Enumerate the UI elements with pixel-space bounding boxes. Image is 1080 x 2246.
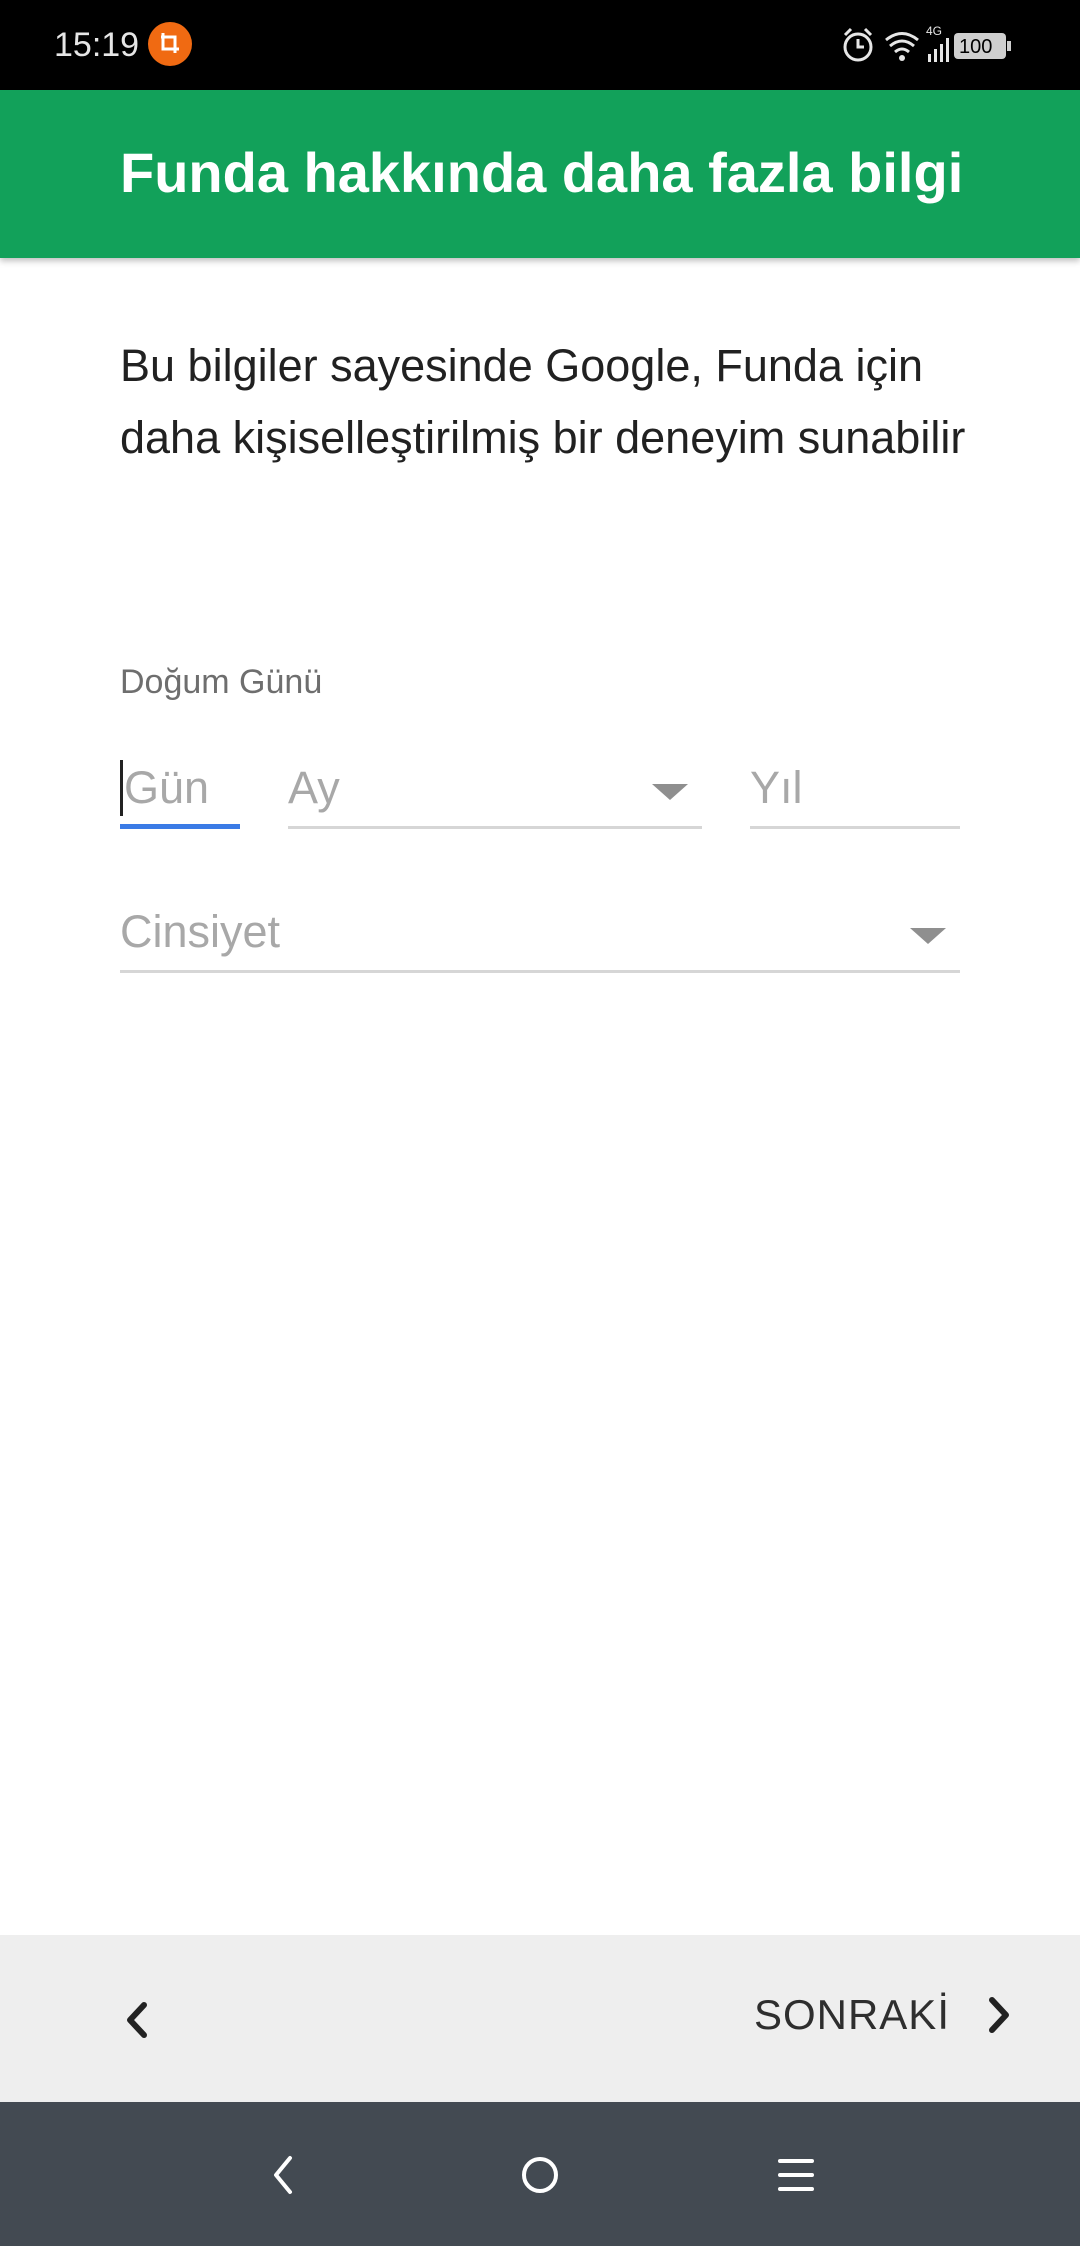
- chevron-left-icon: [127, 2002, 147, 2038]
- intro-text: Bu bilgiler sayesinde Google, Funda için…: [120, 340, 966, 463]
- wifi-icon: [885, 32, 919, 61]
- status-icons: 4G 100: [842, 22, 1032, 68]
- network-type: 4G: [926, 24, 942, 38]
- menu-icon: [778, 2159, 814, 2191]
- next-label: SONRAKİ: [753, 1991, 950, 2038]
- battery-level: 100: [959, 36, 992, 58]
- previous-button[interactable]: [110, 1985, 170, 2055]
- battery-icon: 100: [954, 33, 1011, 59]
- app-header: Funda hakkında daha fazla bilgi: [0, 90, 1080, 258]
- gender-placeholder: Cinsiyet: [120, 906, 281, 957]
- system-navigation-bar: [0, 2102, 1080, 2246]
- alarm-icon: [843, 27, 873, 62]
- menu-button[interactable]: [766, 2148, 826, 2202]
- next-button[interactable]: SONRAKİ: [754, 1975, 1020, 2055]
- chevron-right-icon: [989, 1997, 1009, 2033]
- dropdown-arrow-icon: [910, 928, 946, 944]
- status-bar: 15:19 4G 100: [0, 0, 1080, 90]
- year-input[interactable]: Yıl: [750, 752, 960, 829]
- month-select[interactable]: Ay: [288, 752, 702, 829]
- status-time: 15:19: [54, 26, 140, 64]
- screenshot-app-icon: [148, 22, 192, 66]
- home-button[interactable]: [510, 2148, 570, 2202]
- day-placeholder: Gün: [124, 762, 210, 813]
- day-input[interactable]: Gün: [120, 752, 240, 829]
- dropdown-arrow-icon: [652, 784, 688, 800]
- wizard-navigation-bar: SONRAKİ: [0, 1935, 1080, 2102]
- back-button[interactable]: [254, 2148, 314, 2202]
- page-title: Funda hakkında daha fazla bilgi: [120, 141, 964, 204]
- gender-select[interactable]: Cinsiyet: [120, 896, 960, 973]
- text-cursor: [120, 760, 123, 816]
- year-placeholder: Yıl: [750, 762, 803, 813]
- back-icon: [274, 2156, 292, 2194]
- month-placeholder: Ay: [288, 762, 340, 813]
- home-icon: [522, 2157, 558, 2193]
- birthday-label: Doğum Günü: [120, 663, 323, 701]
- signal-icon: 4G: [926, 24, 949, 62]
